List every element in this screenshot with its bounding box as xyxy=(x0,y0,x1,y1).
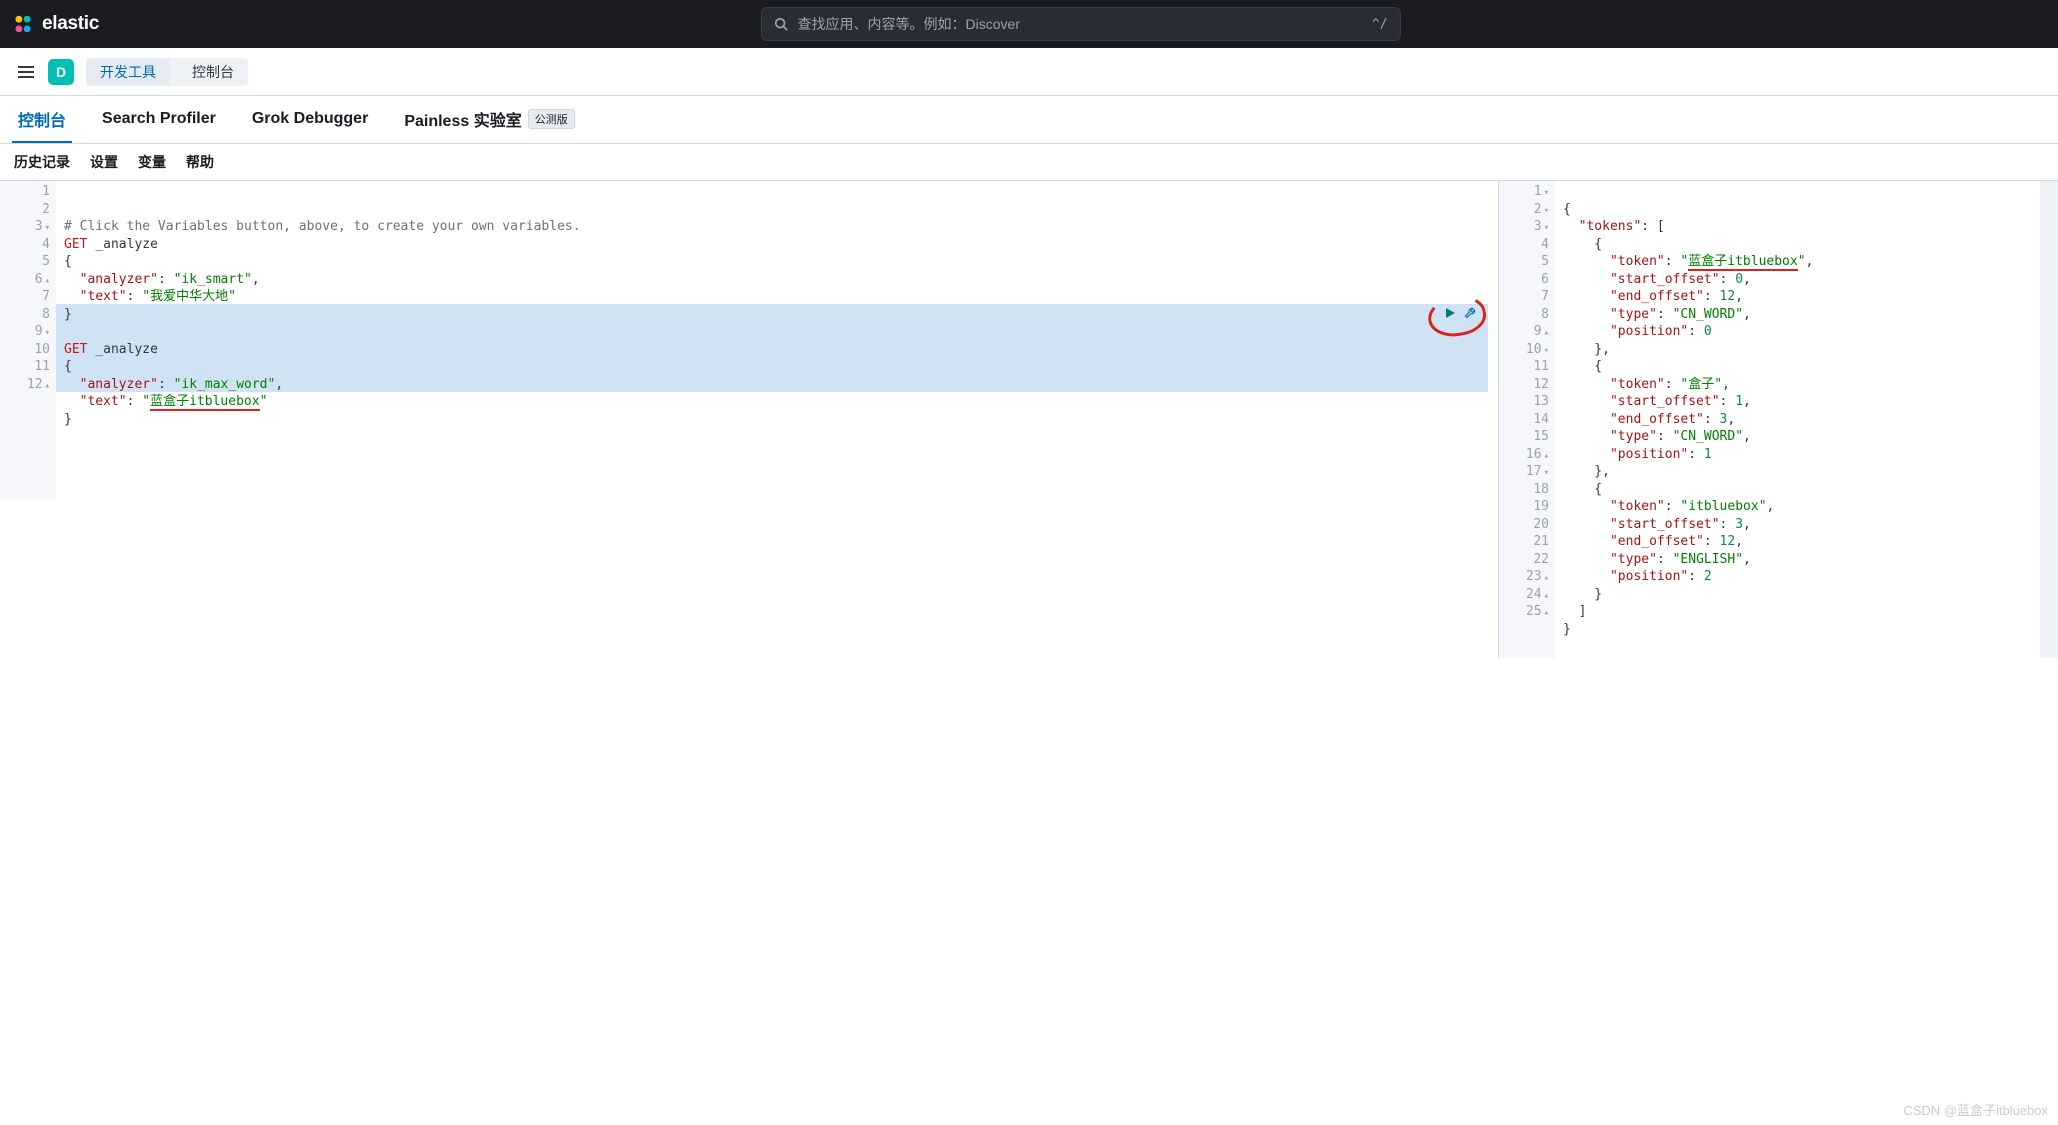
search-placeholder: 查找应用、内容等。例如：Discover xyxy=(798,14,1362,34)
breadcrumb-devtools[interactable]: 开发工具 xyxy=(86,58,170,86)
right-gutter: 1▾2▾3▾4 5 6 7 8 9▴10▾11 12 13 14 15 16▴1… xyxy=(1499,181,1555,658)
search-shortcut-hint: ^/ xyxy=(1372,17,1388,32)
tab-console[interactable]: 控制台 xyxy=(12,96,72,143)
toolbar-help[interactable]: 帮助 xyxy=(186,152,214,172)
elastic-logo-icon xyxy=(12,13,34,35)
brand-logo[interactable]: elastic xyxy=(12,13,99,35)
space-letter: D xyxy=(56,64,66,80)
global-search[interactable]: 查找应用、内容等。例如：Discover ^/ xyxy=(761,7,1401,41)
comment-line: # Click the Variables button, above, to … xyxy=(64,219,581,234)
request-editor-pane[interactable]: 1 2 3▾4 5 6▴7 8 9▾10 11 12▴ # Click the … xyxy=(0,181,1498,658)
left-gutter: 1 2 3▾4 5 6▴7 8 9▾10 11 12▴ xyxy=(0,181,56,500)
toolbar-settings[interactable]: 设置 xyxy=(90,152,118,172)
toolbar-variables[interactable]: 变量 xyxy=(138,152,166,172)
search-icon xyxy=(774,17,788,31)
tab-painless-lab[interactable]: Painless 实验室公测版 xyxy=(398,96,580,143)
space-selector[interactable]: D xyxy=(48,59,74,85)
editor-split: 1 2 3▾4 5 6▴7 8 9▾10 11 12▴ # Click the … xyxy=(0,181,2058,658)
request-code[interactable]: # Click the Variables button, above, to … xyxy=(56,181,1498,500)
devtools-tabs: 控制台 Search Profiler Grok Debugger Painle… xyxy=(0,96,2058,144)
annotated-response-token: 蓝盒子itbluebox xyxy=(1688,254,1797,271)
console-toolbar: 历史记录 设置 变量 帮助 xyxy=(0,144,2058,181)
beta-badge: 公测版 xyxy=(528,109,575,129)
breadcrumb-console: 控制台 xyxy=(170,58,248,86)
response-pane: 1▾2▾3▾4 5 6 7 8 9▴10▾11 12 13 14 15 16▴1… xyxy=(1498,181,2058,658)
watermark: CSDN @蓝盒子itbluebox xyxy=(1903,1100,2048,1119)
annotated-text: 蓝盒子itbluebox xyxy=(150,394,259,411)
breadcrumb: 开发工具 控制台 xyxy=(86,58,248,86)
app-header: elastic 查找应用、内容等。例如：Discover ^/ xyxy=(0,0,2058,48)
hand-drawn-circle-annotation xyxy=(1425,291,1489,340)
subheader: D 开发工具 控制台 xyxy=(0,48,2058,96)
hamburger-menu-icon[interactable] xyxy=(16,62,36,82)
tab-search-profiler[interactable]: Search Profiler xyxy=(96,96,222,143)
toolbar-history[interactable]: 历史记录 xyxy=(14,152,70,172)
tab-grok-debugger[interactable]: Grok Debugger xyxy=(246,96,374,143)
brand-name: elastic xyxy=(42,13,99,35)
response-code[interactable]: { "tokens": [ { "token": "蓝盒子itbluebox",… xyxy=(1555,181,2058,658)
